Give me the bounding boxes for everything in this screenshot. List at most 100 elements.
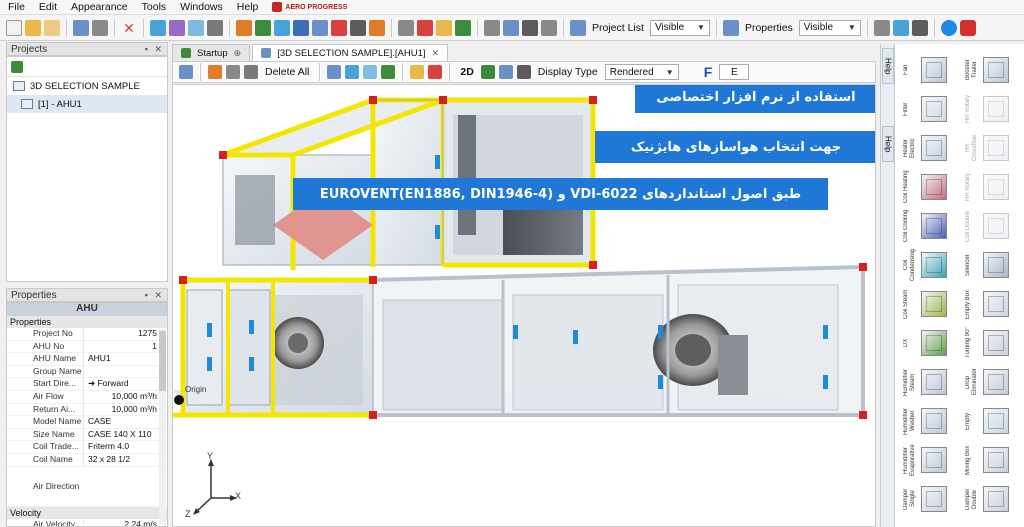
trash-icon[interactable]	[244, 65, 258, 79]
menu-file[interactable]: File	[8, 1, 25, 13]
palette-item-coil-double[interactable]: Coil Double	[965, 208, 1023, 244]
palette-item-filter[interactable]: Filter	[903, 91, 961, 127]
menu-appearance[interactable]: Appearance	[71, 1, 128, 13]
refresh-view-icon[interactable]	[179, 65, 193, 79]
copy-view-icon[interactable]	[327, 65, 342, 79]
report-view-icon[interactable]	[428, 65, 443, 79]
property-value[interactable]: CASE	[83, 416, 167, 428]
scrollbar-thumb[interactable]	[159, 331, 166, 391]
property-value[interactable]: ➜ Forward	[83, 378, 167, 390]
property-row[interactable]: Group Name	[7, 365, 167, 379]
property-row[interactable]: Start Dire... ➜ Forward	[7, 378, 167, 391]
property-row[interactable]: AHU No 1	[7, 340, 167, 354]
dimension-icon[interactable]	[498, 65, 513, 79]
open-folder-icon[interactable]	[25, 19, 41, 36]
palette-item-dx[interactable]: DX	[903, 325, 961, 361]
property-row[interactable]: Coil Trade... Friterm 4.0	[7, 441, 167, 454]
move-icon[interactable]	[363, 65, 378, 79]
palette-item-coil-cooling[interactable]: Coil Cooling	[903, 208, 961, 244]
list-icon[interactable]	[188, 19, 204, 36]
print-icon[interactable]	[92, 19, 108, 36]
unit-icon[interactable]	[169, 19, 185, 36]
property-row[interactable]: Air Flow 10,000 m³/h	[7, 390, 167, 404]
3d-view-icon[interactable]	[480, 65, 495, 79]
settings-icon[interactable]	[207, 19, 223, 36]
property-row[interactable]: Project No 1275	[7, 328, 167, 341]
property-value[interactable]: 1	[83, 340, 167, 353]
property-value[interactable]: 2.24 m/s	[83, 518, 167, 526]
export-icon[interactable]	[369, 19, 385, 36]
palette-item-hr-rotary[interactable]: HR Rotary	[965, 91, 1023, 127]
tab-3d-selection[interactable]: [3D SELECTION SAMPLE].[AHU1] ✕	[252, 44, 449, 61]
properties-select[interactable]: Visible ▼	[798, 19, 861, 36]
new-file-icon[interactable]	[6, 19, 22, 36]
palette-item-heater-electric[interactable]: Heater Electric	[903, 130, 961, 166]
report-icon[interactable]	[331, 19, 347, 36]
display-type-select[interactable]: Rendered ▼	[604, 64, 679, 80]
document-icon[interactable]	[312, 19, 328, 36]
panel-pin-close-icon[interactable]: ▪ ✕	[145, 290, 167, 301]
property-row[interactable]: Air Direction	[7, 467, 167, 507]
layout-icon[interactable]	[503, 19, 519, 36]
menu-windows[interactable]: Windows	[180, 1, 223, 13]
property-row[interactable]: Coil Name 32 x 28 1/2	[7, 453, 167, 467]
help-tab[interactable]: Help	[882, 48, 894, 84]
property-value[interactable]: 32 x 28 1/2	[83, 453, 167, 466]
pdf-icon[interactable]	[417, 19, 433, 36]
open-recent-icon[interactable]	[44, 19, 60, 36]
property-value[interactable]: 10,000 m³/h	[83, 390, 167, 403]
delete-icon[interactable]: ✕	[121, 20, 137, 36]
panel-pin-close-icon[interactable]: ▪ ✕	[145, 44, 167, 55]
tools-icon[interactable]	[236, 19, 252, 36]
close-icon[interactable]: ✕	[432, 48, 440, 59]
property-category[interactable]: Velocity	[7, 506, 167, 519]
rotate-icon[interactable]	[381, 65, 396, 79]
property-value[interactable]	[83, 365, 167, 378]
palette-item-turning-90-[interactable]: Turning 90°	[965, 325, 1023, 361]
palette-item-mixing-box[interactable]: Mixing Box	[965, 442, 1023, 478]
options-icon[interactable]	[873, 19, 890, 36]
palette-item-empty-box[interactable]: Empty Box	[965, 286, 1023, 322]
fit-icon[interactable]	[208, 65, 222, 79]
screen-icon[interactable]	[522, 19, 538, 36]
window-icon[interactable]	[484, 19, 500, 36]
chart-icon[interactable]	[455, 19, 471, 36]
property-row[interactable]: AHU Name AHU1	[7, 353, 167, 366]
property-row[interactable]: Return Ai... 10,000 m³/h	[7, 403, 167, 417]
palette-item-coil-heating[interactable]: Coil Heating	[903, 169, 961, 205]
palette-item-coil-steam[interactable]: Coil Steam	[903, 286, 961, 322]
property-value[interactable]: CASE 140 X 110	[83, 428, 167, 441]
elevation-button[interactable]: E	[719, 64, 750, 80]
skype-icon[interactable]	[940, 19, 957, 36]
minus-icon[interactable]	[293, 19, 309, 36]
property-category[interactable]: Properties	[7, 316, 167, 328]
tree-item-project[interactable]: 3D SELECTION SAMPLE	[7, 77, 167, 95]
palette-item-humidifier-evaporative[interactable]: Humidifier Evaporative	[903, 442, 961, 478]
property-row[interactable]: Size Name CASE 140 X 110	[7, 428, 167, 442]
palette-item-humidifier-washer[interactable]: Humidifier Washer	[903, 403, 961, 439]
palette-item-hr-crossflow[interactable]: HR Crossflow	[965, 130, 1023, 166]
update-icon[interactable]	[892, 19, 909, 36]
palette-item-humidifier-steam[interactable]: Humidifier Steam	[903, 364, 961, 400]
tile-icon[interactable]	[541, 19, 557, 36]
property-value[interactable]: 10,000 m³/h	[83, 403, 167, 416]
2d-button[interactable]: 2D	[460, 66, 473, 78]
palette-item-coil-condensing[interactable]: Coil Condensing	[903, 247, 961, 283]
rows-icon[interactable]	[398, 19, 414, 36]
exit-icon[interactable]	[959, 19, 976, 36]
menu-tools[interactable]: Tools	[142, 1, 167, 13]
grid-view-icon[interactable]	[226, 65, 240, 79]
note-icon[interactable]	[410, 65, 425, 79]
add-project-icon[interactable]	[11, 60, 23, 73]
help-tab[interactable]: Help	[882, 126, 894, 162]
property-row[interactable]: Air Velocity 2.24 m/s	[7, 518, 167, 526]
grid-icon[interactable]	[255, 19, 271, 36]
calc-icon[interactable]	[350, 19, 366, 36]
property-value[interactable]: Friterm 4.0	[83, 441, 167, 453]
palette-item-empty[interactable]: Empty	[965, 403, 1023, 439]
menu-edit[interactable]: Edit	[39, 1, 57, 13]
paste-icon[interactable]	[345, 65, 360, 79]
info-icon[interactable]	[911, 19, 928, 36]
property-value[interactable]: 1275	[83, 328, 167, 340]
delete-all-button[interactable]: Delete All	[265, 66, 309, 78]
